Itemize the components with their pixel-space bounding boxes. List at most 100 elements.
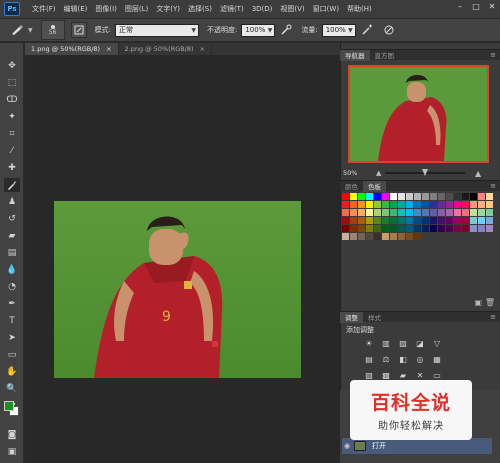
color-swatch[interactable] xyxy=(342,225,349,232)
color-swatch[interactable] xyxy=(390,193,397,200)
history-brush-icon[interactable]: ↺ xyxy=(4,212,20,226)
color-swatch[interactable] xyxy=(390,217,397,224)
color-swatch[interactable] xyxy=(382,201,389,208)
color-swatch[interactable] xyxy=(374,233,381,240)
new-swatch-icon[interactable]: ▣ xyxy=(474,298,482,307)
panel-menu-icon[interactable]: ≡ xyxy=(490,51,496,59)
close-icon[interactable]: × xyxy=(200,45,205,53)
zoom-out-icon[interactable]: ▲ xyxy=(376,169,381,177)
color-swatch[interactable] xyxy=(422,201,429,208)
color-swatch[interactable] xyxy=(366,217,373,224)
brush-icon[interactable] xyxy=(4,178,20,192)
color-swatch[interactable] xyxy=(430,201,437,208)
color-swatch[interactable] xyxy=(430,209,437,216)
color-swatch[interactable] xyxy=(406,193,413,200)
color-swatch[interactable] xyxy=(390,225,397,232)
tab-histogram[interactable]: 直方图 xyxy=(370,50,400,61)
tab-color[interactable]: 颜色 xyxy=(340,181,363,192)
color-swatch[interactable] xyxy=(470,193,477,200)
color-swatch[interactable] xyxy=(414,209,421,216)
gradient-map-icon[interactable]: ▭ xyxy=(432,371,442,380)
tab-styles[interactable]: 样式 xyxy=(363,312,386,323)
color-swatch[interactable] xyxy=(358,193,365,200)
color-swatch[interactable] xyxy=(374,225,381,232)
eye-icon[interactable]: ◉ xyxy=(342,442,352,450)
color-swatch[interactable] xyxy=(414,225,421,232)
zoom-icon[interactable]: 🔍 xyxy=(4,382,20,396)
brush-tool-preset-icon[interactable] xyxy=(6,21,28,39)
color-swatch[interactable] xyxy=(430,217,437,224)
magic-wand-icon[interactable]: ✦ xyxy=(4,110,20,124)
color-swatch[interactable] xyxy=(486,217,493,224)
mode-select[interactable]: 正常 ▼ xyxy=(114,23,199,37)
pressure-opacity-icon[interactable] xyxy=(279,23,293,37)
vibrance-icon[interactable]: ▽ xyxy=(432,339,442,348)
move-icon[interactable]: ✥ xyxy=(4,59,20,73)
color-swatch[interactable] xyxy=(430,193,437,200)
menu-type[interactable]: 文字(Y) xyxy=(152,4,184,14)
foreground-color-swatch[interactable] xyxy=(4,401,14,411)
color-swatch[interactable] xyxy=(470,209,477,216)
color-swatch[interactable] xyxy=(350,209,357,216)
color-swatch[interactable] xyxy=(398,209,405,216)
color-swatch[interactable] xyxy=(454,225,461,232)
color-swatch[interactable] xyxy=(462,193,469,200)
color-swatch[interactable] xyxy=(350,225,357,232)
color-swatch[interactable] xyxy=(374,201,381,208)
color-swatch[interactable] xyxy=(390,201,397,208)
color-swatch[interactable] xyxy=(398,201,405,208)
color-swatch[interactable] xyxy=(414,233,421,240)
opacity-input[interactable]: 100% ▼ xyxy=(241,23,276,37)
color-swatch[interactable] xyxy=(478,217,485,224)
document-image[interactable]: 9 xyxy=(54,201,301,378)
color-swatch[interactable] xyxy=(342,209,349,216)
color-swatch[interactable] xyxy=(350,217,357,224)
color-swatch[interactable] xyxy=(462,217,469,224)
airbrush-icon[interactable] xyxy=(360,23,374,37)
color-swatch[interactable] xyxy=(454,217,461,224)
close-icon[interactable]: × xyxy=(106,45,111,53)
color-swatch[interactable] xyxy=(406,233,413,240)
color-swatch[interactable] xyxy=(398,193,405,200)
invert-icon[interactable]: ▧ xyxy=(364,371,374,380)
color-swatch[interactable] xyxy=(358,217,365,224)
color-swatch[interactable] xyxy=(486,209,493,216)
pressure-size-icon[interactable] xyxy=(382,23,396,37)
color-swatch[interactable] xyxy=(342,217,349,224)
tab-navigator[interactable]: 导航器 xyxy=(340,49,370,61)
panel-menu-icon[interactable]: ≡ xyxy=(490,182,496,190)
menu-view[interactable]: 视图(V) xyxy=(276,4,308,14)
color-swatch[interactable] xyxy=(374,217,381,224)
color-swatch[interactable] xyxy=(478,209,485,216)
flow-input[interactable]: 100% ▼ xyxy=(321,23,356,37)
color-swatch[interactable] xyxy=(390,209,397,216)
color-swatch[interactable] xyxy=(398,225,405,232)
color-swatch[interactable] xyxy=(454,193,461,200)
color-swatch[interactable] xyxy=(446,225,453,232)
brush-panel-toggle-button[interactable] xyxy=(70,22,87,38)
channel-mixer-icon[interactable]: ▦ xyxy=(432,355,442,364)
color-swatch[interactable] xyxy=(366,193,373,200)
color-swatch[interactable] xyxy=(398,233,405,240)
color-swatch[interactable] xyxy=(462,225,469,232)
quick-mask-icon[interactable]: ◙ xyxy=(4,428,20,442)
color-swatch[interactable] xyxy=(478,193,485,200)
menu-edit[interactable]: 编辑(E) xyxy=(60,4,92,14)
close-button[interactable]: ✕ xyxy=(486,1,498,12)
color-swatch[interactable] xyxy=(342,233,349,240)
color-swatch[interactable] xyxy=(350,233,357,240)
color-swatch[interactable] xyxy=(390,233,397,240)
color-swatch[interactable] xyxy=(446,209,453,216)
tab-swatches[interactable]: 色板 xyxy=(363,180,386,192)
layer-row[interactable]: ◉ 打开 xyxy=(342,438,492,454)
color-swatch[interactable] xyxy=(438,193,445,200)
color-swatch[interactable] xyxy=(470,217,477,224)
screen-mode-icon[interactable]: ▣ xyxy=(4,445,20,459)
dodge-icon[interactable]: ◔ xyxy=(4,280,20,294)
color-swatch[interactable] xyxy=(438,225,445,232)
crop-icon[interactable]: ⌗ xyxy=(4,127,20,141)
color-swatch[interactable] xyxy=(358,233,365,240)
zoom-in-icon[interactable]: ▲ xyxy=(475,169,481,178)
healing-icon[interactable]: ✚ xyxy=(4,161,20,175)
menu-filter[interactable]: 滤镜(T) xyxy=(216,4,248,14)
